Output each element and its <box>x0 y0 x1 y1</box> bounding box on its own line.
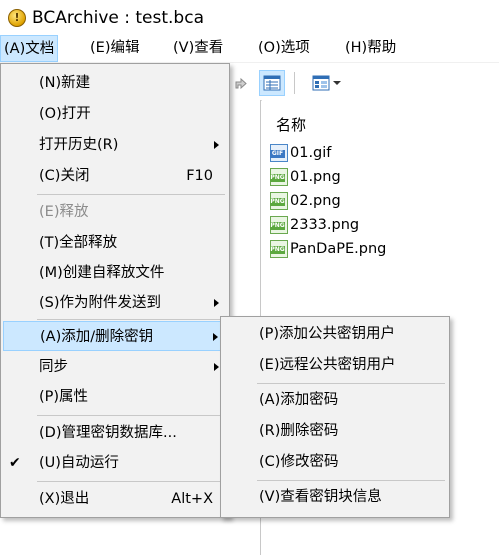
menu-item-sync[interactable]: 同步 <box>3 352 227 382</box>
menu-item-extract: (E)释放 <box>39 204 89 220</box>
chevron-down-icon <box>333 81 341 85</box>
menu-item-view-key-block-info[interactable]: (V)查看密钥块信息 <box>223 482 447 512</box>
menu-item-open[interactable]: (O)打开 <box>3 99 227 129</box>
window-title: BCArchive : test.bca <box>32 7 204 28</box>
title-bar: ! BCArchive : test.bca <box>0 0 499 35</box>
menu-document[interactable]: (A)文档 <box>0 35 59 62</box>
menu-item-autorun[interactable]: ✔ (U)自动运行 <box>3 448 227 478</box>
toolbar <box>220 66 499 101</box>
shortcut-label: F10 <box>186 168 213 184</box>
list-view-icon <box>312 75 330 91</box>
menu-item-change-password[interactable]: (C)修改密码 <box>223 447 447 477</box>
file-name: 01.png <box>290 169 341 185</box>
png-file-icon: PNG <box>270 168 288 186</box>
key-submenu: (P)添加公共密钥用户 (E)远程公共密钥用户 (A)添加密码 (R)删除密码 … <box>220 316 450 518</box>
submenu-arrow-icon <box>214 141 219 149</box>
key-icon: ! <box>8 8 26 27</box>
details-view-button[interactable] <box>259 70 285 96</box>
submenu-arrow-icon <box>213 333 218 341</box>
png-file-icon: PNG <box>270 192 288 210</box>
shortcut-label: Alt+X <box>171 491 213 507</box>
menu-bar: (A)文档 (E)编辑 (V)查看 (O)选项 (H)帮助 <box>0 35 499 63</box>
menu-item-send-as-attachment[interactable]: (S)作为附件发送到 <box>3 288 227 318</box>
menu-item-exit[interactable]: (X)退出 Alt+X <box>3 484 227 514</box>
file-row[interactable]: PNG 01.png <box>270 166 341 188</box>
file-name: PanDaPE.png <box>290 241 387 257</box>
column-header-name[interactable]: 名称 <box>276 114 306 135</box>
menu-options[interactable]: (O)选项 <box>255 35 313 62</box>
menu-item-close[interactable]: (C)关闭 F10 <box>3 161 227 191</box>
submenu-arrow-icon <box>214 299 219 307</box>
menu-item-open-history[interactable]: 打开历史(R) <box>3 130 227 160</box>
document-menu: (N)新建 (O)打开 打开历史(R) (C)关闭 F10 (E)释放 (T)全… <box>0 63 230 518</box>
png-file-icon: PNG <box>270 240 288 258</box>
up-folder-button[interactable] <box>228 70 254 96</box>
file-row[interactable]: PNG 2333.png <box>270 214 359 236</box>
up-arrow-icon <box>235 77 247 90</box>
menu-view[interactable]: (V)查看 <box>170 35 226 62</box>
view-mode-dropdown[interactable] <box>306 70 348 96</box>
menu-item-delete-password[interactable]: (R)删除密码 <box>223 416 447 446</box>
menu-item-manage-key-db[interactable]: (D)管理密钥数据库... <box>3 418 227 448</box>
menu-item-new[interactable]: (N)新建 <box>3 68 227 98</box>
menu-item-add-password[interactable]: (A)添加密码 <box>223 385 447 415</box>
menu-edit[interactable]: (E)编辑 <box>87 35 142 62</box>
file-row[interactable]: PNG 02.png <box>270 190 341 212</box>
menu-item-add-remove-keys[interactable]: (A)添加/删除密钥 <box>3 321 227 351</box>
menu-item-properties[interactable]: (P)属性 <box>3 382 227 412</box>
file-name: 01.gif <box>290 145 332 161</box>
details-view-icon <box>263 75 281 91</box>
file-row[interactable]: GIF 01.gif <box>270 142 331 164</box>
submenu-arrow-icon <box>214 363 219 371</box>
menu-help[interactable]: (H)帮助 <box>342 35 399 62</box>
file-name: 2333.png <box>290 217 360 233</box>
menu-item-remote-public-key-user[interactable]: (E)远程公共密钥用户 <box>223 350 447 380</box>
checkmark-icon: ✔ <box>9 455 21 471</box>
file-row[interactable]: PNG PanDaPE.png <box>270 238 386 260</box>
menu-item-add-public-key-user[interactable]: (P)添加公共密钥用户 <box>223 319 447 349</box>
file-name: 02.png <box>290 193 341 209</box>
png-file-icon: PNG <box>270 216 288 234</box>
menu-item-extract-all[interactable]: (T)全部释放 <box>3 228 227 258</box>
menu-item-create-sfx[interactable]: (M)创建自释放文件 <box>3 258 227 288</box>
gif-file-icon: GIF <box>270 144 288 162</box>
